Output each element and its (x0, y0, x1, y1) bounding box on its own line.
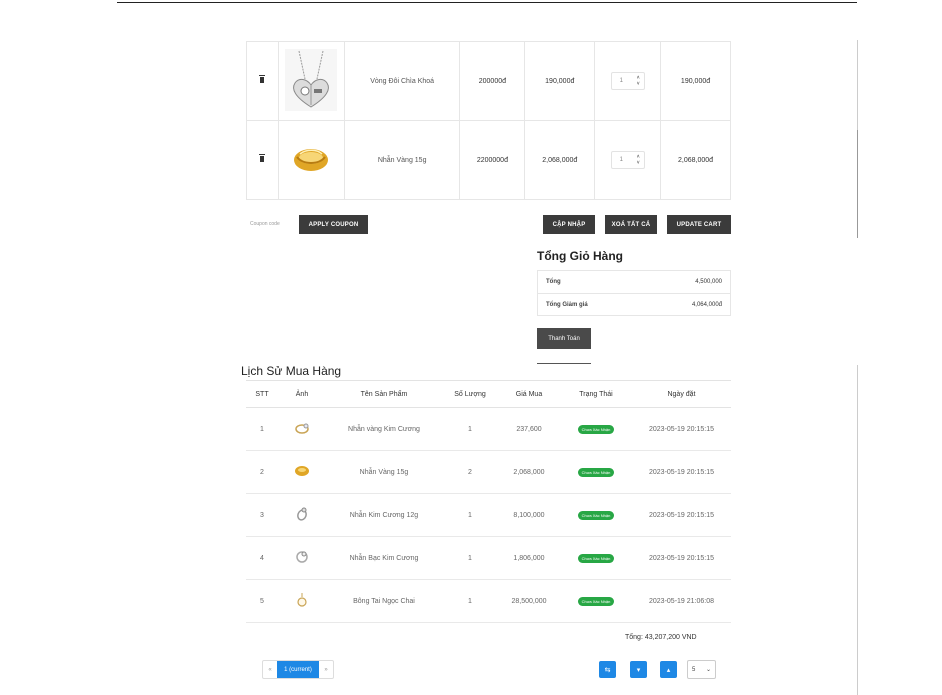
column-header[interactable]: Giá Mua (498, 380, 560, 408)
product-thumbnail (277, 120, 345, 200)
diamond-ring-image (297, 507, 307, 521)
cart-totals-table: Tổng 4,500,000 Tổng Giảm giá 4,064,000đ (537, 270, 731, 316)
cart-row: Nhẫn Vàng 15g 2200000đ 2,068,000đ 1 ˄ ˅ 2,… (246, 120, 731, 200)
prev-page-button[interactable]: « (263, 661, 277, 678)
spinner-icon[interactable]: ˄ ˅ (637, 154, 640, 166)
next-page-button[interactable]: » (319, 661, 333, 678)
status-badge: Chưa Xác Nhận (577, 596, 615, 606)
row-total: 2,068,000đ (660, 120, 731, 200)
product-price: 200000đ (459, 41, 526, 121)
caret-down-icon: ▾ (636, 666, 641, 674)
chevron-down-icon: ⌄ (705, 667, 711, 673)
table-row: 4 Nhẫn Bạc Kim Cương 1 1,806,000 Chưa Xá… (246, 536, 731, 580)
sort-asc-button[interactable]: ▴ (660, 661, 677, 678)
right-edge-line (857, 40, 858, 135)
couple-key-necklace-image (285, 49, 338, 111)
history-header-row: STT Ảnh Tên Sản Phẩm Số Lượng Giá Mua Tr… (246, 380, 731, 408)
update-cart-button[interactable]: UPDATE CART (667, 215, 731, 234)
table-row: 5 Bông Tai Ngọc Chai 1 28,500,000 Chưa X… (246, 579, 731, 623)
cart-row: Vòng Đôi Chìa Khoá 200000đ 190,000đ 1 ˄ ˅ … (246, 41, 731, 121)
right-edge-line-lower (857, 365, 858, 695)
repeat-icon: ⇆ (604, 666, 611, 674)
product-name[interactable]: Nhẫn Vàng 15g (343, 120, 461, 200)
divider (537, 363, 591, 364)
column-header[interactable]: Trạng Thái (560, 380, 632, 408)
trash-icon (259, 154, 266, 162)
checkout-button[interactable]: Thanh Toán (537, 328, 591, 349)
status-badge: Chưa Xác Nhận (577, 424, 615, 434)
spinner-icon[interactable]: ˄ ˅ (637, 75, 640, 87)
history-total: Tổng: 43,207,200 VND (625, 634, 697, 641)
remove-item-button[interactable] (246, 41, 279, 121)
right-edge-line-dark (857, 130, 858, 238)
table-row: 3 Nhẫn Kim Cương 12g 1 8,100,000 Chưa Xá… (246, 493, 731, 537)
column-header[interactable]: Tên Sản Phẩm (326, 380, 442, 408)
column-header[interactable]: Số Lượng (442, 380, 498, 408)
product-name: Nhẫn vàng Kim Cương (326, 407, 442, 451)
quantity-stepper[interactable]: 1 ˄ ˅ (610, 72, 645, 90)
totals-row: Tổng Giảm giá 4,064,000đ (538, 293, 730, 315)
cart-table: Vòng Đôi Chìa Khoá 200000đ 190,000đ 1 ˄ ˅ … (246, 41, 731, 200)
product-name: Nhẫn Vàng 15g (326, 450, 442, 494)
gold-ring-image (294, 149, 329, 171)
history-table: STT Ảnh Tên Sản Phẩm Số Lượng Giá Mua Tr… (246, 380, 731, 623)
totals-row: Tổng 4,500,000 (546, 279, 722, 285)
product-price: 2200000đ (459, 120, 526, 200)
product-name: Nhẫn Kim Cương 12g (326, 493, 442, 537)
silver-ring-image (296, 551, 308, 563)
pearl-earring-image (297, 593, 307, 607)
product-name: Bông Tai Ngọc Chai (326, 579, 442, 623)
product-sale-price: 190,000đ (524, 41, 596, 121)
apply-coupon-button[interactable]: APPLY COUPON (299, 215, 368, 234)
coupon-input[interactable]: Coupon code (246, 215, 296, 234)
page-size-select[interactable]: 5 ⌄ (687, 660, 716, 679)
product-name: Nhẫn Bạc Kim Cương (326, 536, 442, 580)
diamond-ring-image (295, 423, 309, 434)
column-header[interactable]: STT (246, 380, 278, 408)
clear-all-button[interactable]: XOÁ TẤT CẢ (605, 215, 657, 234)
status-badge: Chưa Xác Nhận (577, 510, 615, 520)
column-header[interactable]: Ngày đặt (632, 380, 731, 408)
refresh-button[interactable]: ⇆ (599, 661, 616, 678)
sort-desc-button[interactable]: ▾ (630, 661, 647, 678)
product-sale-price: 2,068,000đ (524, 120, 596, 200)
gold-ring-image (295, 466, 309, 476)
table-row: 1 Nhẫn vàng Kim Cương 1 237,600 Chưa Xác… (246, 407, 731, 451)
cart-totals-title: Tổng Giỏ Hàng (537, 249, 623, 263)
product-name[interactable]: Vòng Đôi Chìa Khoá (343, 41, 461, 121)
remove-item-button[interactable] (246, 120, 279, 200)
current-page-button[interactable]: 1 (current) (277, 661, 319, 678)
pagination: « 1 (current) » (262, 660, 334, 679)
column-header[interactable]: Ảnh (278, 380, 326, 408)
table-row: 2 Nhẫn Vàng 15g 2 2,068,000 Chưa Xác Nhậ… (246, 450, 731, 494)
status-badge: Chưa Xác Nhận (577, 467, 615, 477)
top-divider (117, 2, 857, 3)
status-badge: Chưa Xác Nhận (577, 553, 615, 563)
history-title: Lịch Sử Mua Hàng (241, 364, 342, 378)
row-total: 190,000đ (660, 41, 731, 121)
caret-up-icon: ▴ (666, 666, 671, 674)
quantity-stepper[interactable]: 1 ˄ ˅ (610, 151, 645, 169)
product-thumbnail (277, 41, 345, 121)
update-button[interactable]: CẬP NHẬP (543, 215, 595, 234)
trash-icon (259, 75, 266, 83)
